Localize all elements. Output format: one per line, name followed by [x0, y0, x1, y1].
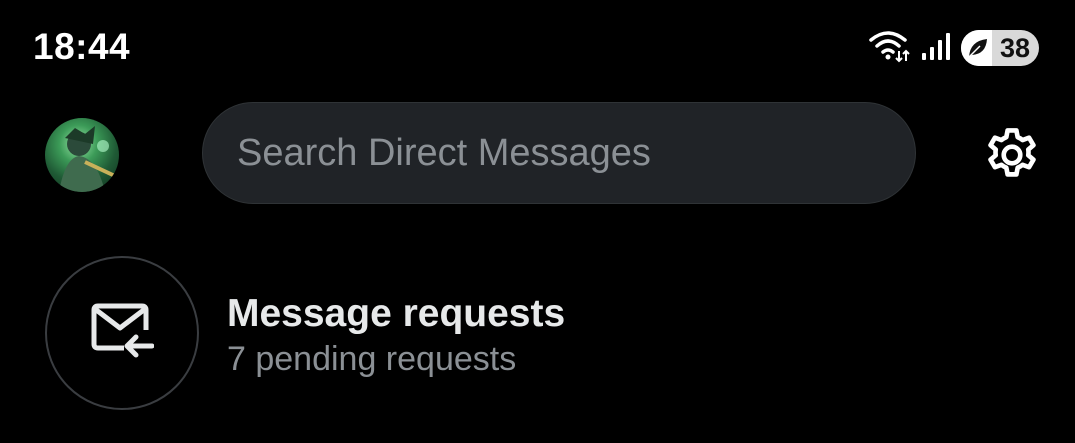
status-icons: 38	[869, 28, 1039, 68]
battery-level: 38	[999, 32, 1030, 63]
signal-icon	[921, 31, 951, 66]
message-requests-icon-container	[45, 256, 199, 410]
battery-saver-leaf-icon	[966, 36, 990, 65]
dm-header	[0, 100, 1075, 210]
avatar[interactable]	[45, 118, 119, 192]
envelope-incoming-icon	[90, 302, 155, 365]
message-requests-title: Message requests	[227, 292, 566, 335]
gear-icon	[981, 128, 1043, 190]
status-time: 18:44	[33, 26, 131, 67]
battery-indicator: 38	[961, 30, 1039, 66]
settings-button[interactable]	[981, 124, 1043, 186]
status-bar: 18:44 38	[0, 0, 1075, 95]
message-requests-subtitle: 7 pending requests	[227, 340, 517, 378]
wifi-icon	[869, 29, 911, 68]
message-requests-row[interactable]: Message requests 7 pending requests	[0, 254, 1075, 414]
search-input[interactable]	[202, 102, 916, 204]
